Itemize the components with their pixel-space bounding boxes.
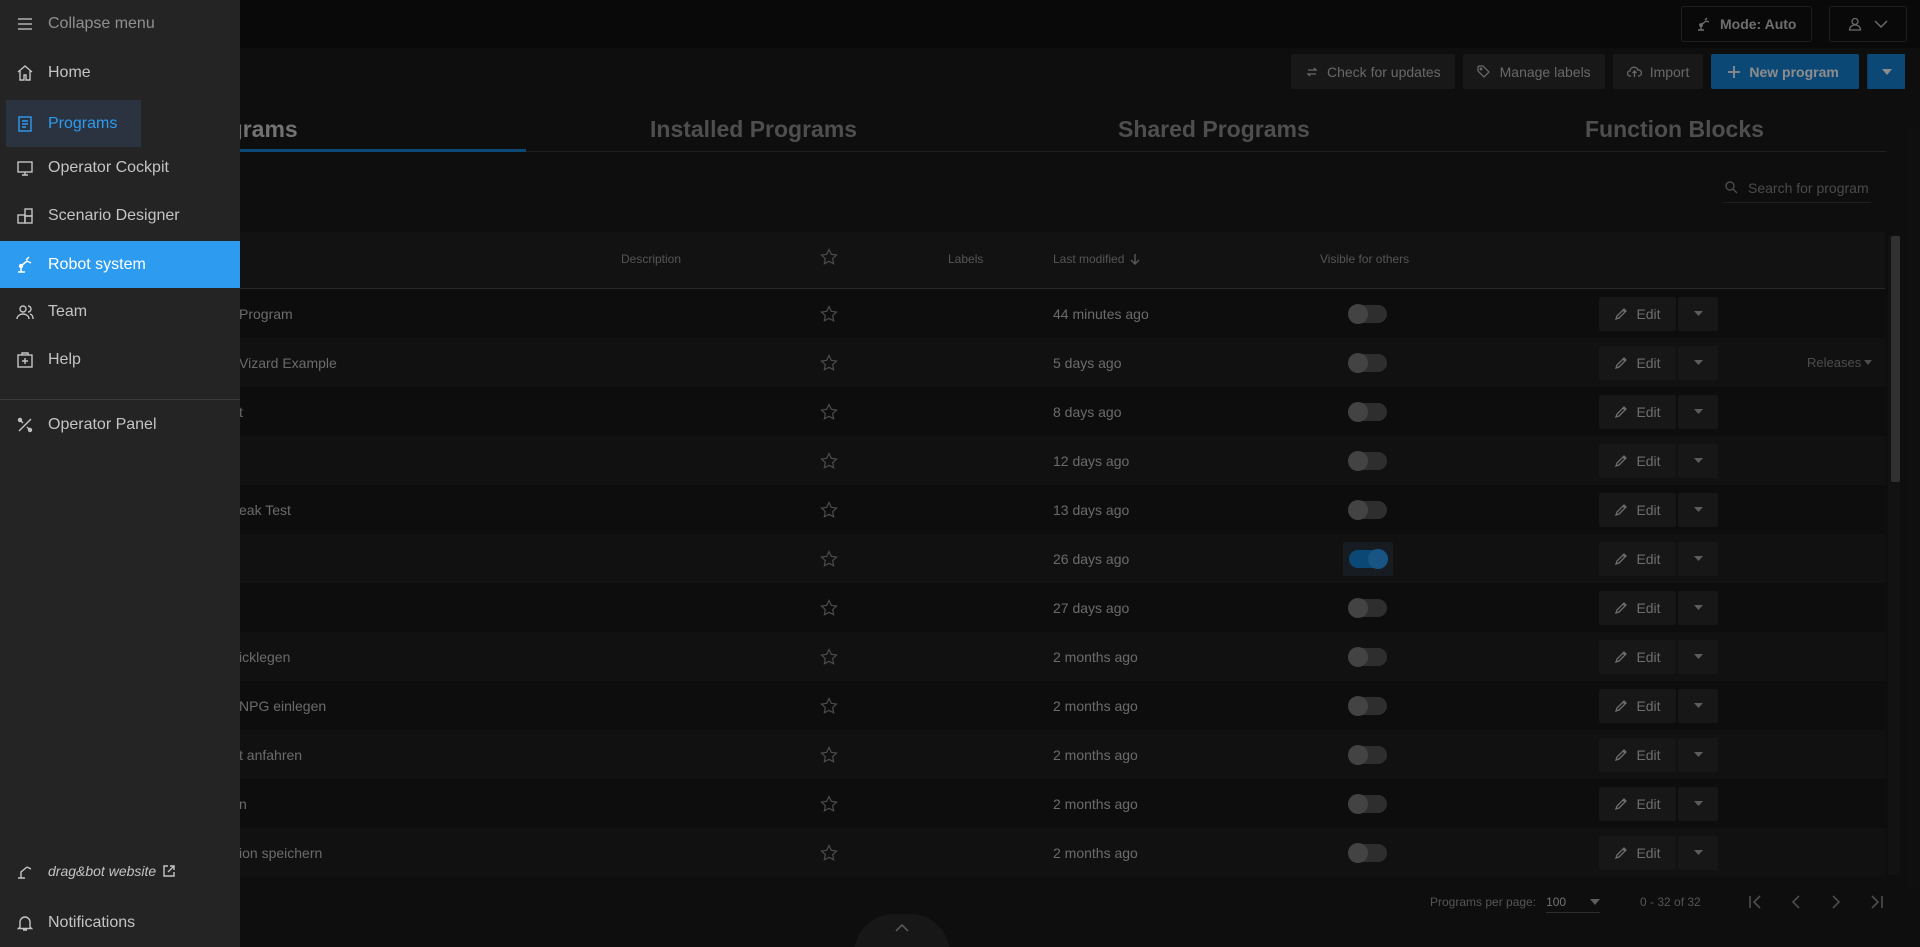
sidebar-item-label: Robot system <box>48 255 146 273</box>
monitor-icon <box>16 159 34 177</box>
sidebar-item-operator-cockpit[interactable]: Operator Cockpit <box>0 144 240 191</box>
sidebar-item-programs[interactable]: Programs <box>6 100 141 147</box>
collapse-menu-button[interactable]: Collapse menu <box>0 0 240 47</box>
sidebar-item-label: Operator Cockpit <box>48 158 169 176</box>
sidebar-item-team[interactable]: Team <box>0 288 240 335</box>
menu-overlay[interactable] <box>0 0 1920 947</box>
sidebar-item-label: Scenario Designer <box>48 206 180 224</box>
sidebar-item-home[interactable]: Home <box>0 49 240 96</box>
help-icon <box>16 351 34 369</box>
sidebar-item-label: Programs <box>48 114 118 132</box>
bell-icon <box>16 914 34 932</box>
sidebar-item-scenario-designer[interactable]: Scenario Designer <box>0 192 240 239</box>
collapse-menu-label: Collapse menu <box>48 14 155 32</box>
website-link-label: drag&bot website <box>48 863 157 879</box>
menu-divider <box>0 399 240 400</box>
sidebar-item-label: Help <box>48 350 81 368</box>
sidebar-item-label: Notifications <box>48 913 136 931</box>
operator-panel-icon <box>16 416 34 434</box>
programs-icon <box>16 115 34 133</box>
sidebar-item-operator-panel[interactable]: Operator Panel <box>0 401 240 448</box>
external-link-icon <box>162 864 176 878</box>
sidebar-item-help[interactable]: Help <box>0 336 240 383</box>
website-link[interactable]: drag&bot website <box>16 862 176 880</box>
sidebar-item-notifications[interactable]: Notifications <box>0 899 240 946</box>
team-icon <box>16 303 34 321</box>
home-icon <box>16 64 34 82</box>
blocks-icon <box>16 207 34 225</box>
sidebar-item-label: Home <box>48 63 91 81</box>
sidebar-item-label: Operator Panel <box>48 415 157 433</box>
side-menu: Collapse menu Home Programs Operator Coc… <box>0 0 240 947</box>
robot-arm-icon <box>16 255 34 274</box>
sidebar-item-robot-system[interactable]: Robot system <box>0 241 240 288</box>
robot-arm-icon <box>16 862 34 880</box>
sidebar-item-label: Team <box>48 302 88 320</box>
hamburger-icon <box>16 15 34 33</box>
